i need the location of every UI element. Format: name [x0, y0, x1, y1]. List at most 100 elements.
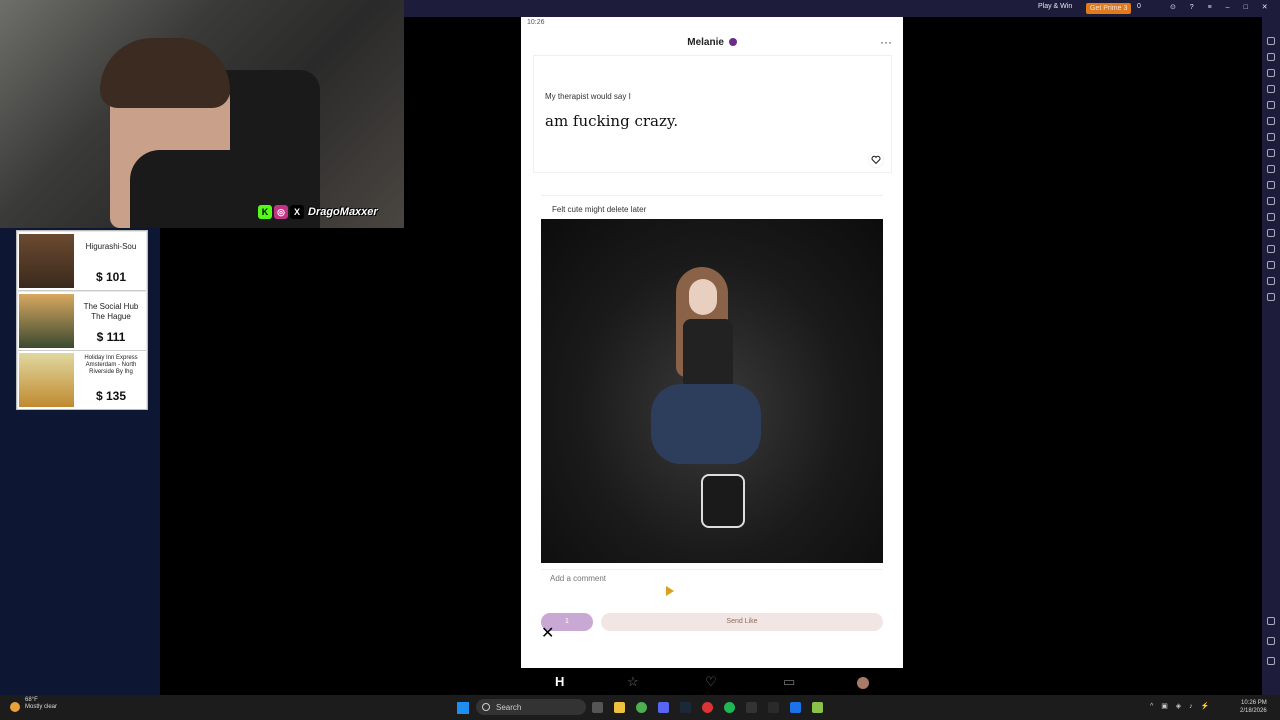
hotel-price: $ 101 — [95, 270, 127, 284]
taskbar-search[interactable]: Search — [476, 699, 586, 715]
app-icon[interactable] — [702, 702, 713, 713]
toolbar-icon[interactable] — [1267, 213, 1275, 221]
windows-start-icon[interactable] — [457, 702, 469, 714]
window-controls[interactable]: ⊙ ? ≡ – □ ✕ — [1170, 3, 1274, 11]
status-time: 10:26 — [527, 19, 545, 26]
prompt-answer: am fucking crazy. — [545, 112, 679, 130]
hotel-thumbnail — [19, 294, 74, 348]
toolbar-icon[interactable] — [1267, 165, 1275, 173]
photo-subject-body — [683, 319, 733, 389]
stream-handle: DragoMaxxer — [308, 206, 378, 218]
heart-icon[interactable]: ♡ — [705, 674, 717, 690]
play-win-button[interactable]: Play & Win — [1038, 3, 1072, 10]
profile-photo[interactable] — [541, 219, 883, 563]
prompt-card: My therapist would say I am fucking craz… — [533, 55, 892, 173]
close-icon[interactable]: ✕ — [541, 626, 555, 642]
ad-panel: Higurashi-Sou $ 101 The Social Hub The H… — [0, 228, 160, 695]
get-primes-button[interactable]: Get Prime 3 — [1086, 3, 1132, 14]
weather-temp: 68°F — [25, 697, 38, 703]
phone-screen: 10:26 Melanie ··· My therapist would say… — [521, 17, 903, 695]
hotel-price: $ 111 — [96, 330, 126, 344]
toolbar-icon[interactable] — [1267, 277, 1275, 285]
photo-caption: Felt cute might delete later — [552, 205, 647, 214]
toolbar-icon[interactable] — [1267, 617, 1275, 625]
search-icon — [482, 703, 490, 711]
cursor-icon — [666, 586, 674, 596]
hotel-ad-item[interactable]: Holiday Inn Express Amsterdam - North Ri… — [18, 351, 146, 409]
toolbar-icon[interactable] — [1267, 149, 1275, 157]
kick-icon: K — [258, 205, 272, 219]
clock-date: 2/18/2026 — [1240, 708, 1267, 714]
comment-box — [541, 569, 883, 600]
weather-icon[interactable] — [10, 702, 20, 712]
photo-subject-face — [689, 279, 717, 315]
send-like-button[interactable]: Send Like — [601, 613, 883, 631]
toolbar-icon[interactable] — [1267, 229, 1275, 237]
webcam-feed: K ◎ X DragoMaxxer — [0, 0, 404, 228]
prompt-question: My therapist would say I — [545, 92, 631, 101]
app-icon[interactable] — [746, 702, 757, 713]
emulator-top-bar: Play & Win Get Prime 3 0 ⊙ ? ≡ – □ ✕ — [404, 0, 1280, 17]
clock[interactable]: 10:26 PM 2/18/2026 — [1240, 699, 1267, 715]
verified-icon — [728, 38, 737, 47]
comment-input[interactable] — [548, 573, 872, 584]
weather-widget[interactable]: 68°F Mostly clear — [25, 697, 85, 711]
bluestacks-icon[interactable] — [812, 702, 823, 713]
star-icon[interactable]: ☆ — [627, 674, 639, 690]
hotel-thumbnail — [19, 353, 74, 407]
social-handle-overlay: K ◎ X DragoMaxxer — [258, 205, 378, 219]
toolbar-icon[interactable] — [1267, 245, 1275, 253]
clock-time: 10:26 PM — [1241, 700, 1267, 706]
photo-bag — [701, 474, 745, 528]
toolbar-icon[interactable] — [1267, 101, 1275, 109]
streamer-hair — [100, 38, 230, 108]
steam-icon[interactable] — [680, 702, 691, 713]
spotify-icon[interactable] — [724, 702, 735, 713]
emulator-side-toolbar — [1262, 17, 1280, 695]
hotel-name: Holiday Inn Express Amsterdam - North Ri… — [84, 355, 138, 375]
discord-icon[interactable] — [658, 702, 669, 713]
hotel-ad-item[interactable]: Higurashi-Sou $ 101 — [18, 232, 146, 291]
toolbar-icon[interactable] — [1267, 657, 1275, 665]
hotel-ad[interactable]: Higurashi-Sou $ 101 The Social Hub The H… — [16, 230, 148, 410]
file-explorer-icon[interactable] — [614, 702, 625, 713]
windows-taskbar: 68°F Mostly clear Search ^ ▣ ◈ ♪ ⚡ 10:26… — [0, 695, 1280, 720]
toolbar-icon[interactable] — [1267, 85, 1275, 93]
hotel-name: The Social Hub The Hague — [83, 302, 139, 321]
hotel-ad-item[interactable]: The Social Hub The Hague $ 111 — [18, 292, 146, 351]
chrome-icon[interactable] — [636, 702, 647, 713]
toolbar-icon[interactable] — [1267, 293, 1275, 301]
toolbar-icon[interactable] — [1267, 117, 1275, 125]
system-tray[interactable]: ^ ▣ ◈ ♪ ⚡ — [1150, 702, 1212, 710]
like-heart-icon[interactable] — [868, 152, 884, 168]
hotel-price: $ 135 — [95, 389, 127, 403]
hotel-name: Higurashi-Sou — [85, 242, 137, 251]
profile-name: Melanie — [687, 37, 724, 48]
toolbar-icon[interactable] — [1267, 53, 1275, 61]
weather-desc: Mostly clear — [25, 704, 58, 710]
bottom-nav: H ☆ ♡ ▭ — [521, 665, 903, 695]
photo-card-header: Felt cute might delete later — [541, 195, 883, 222]
task-view-icon[interactable] — [592, 702, 603, 713]
profile-avatar-icon[interactable] — [857, 677, 869, 689]
like-count: 1 — [565, 618, 569, 625]
search-label: Search — [496, 703, 522, 712]
chat-icon[interactable]: ▭ — [783, 674, 795, 690]
profile-header: Melanie — [521, 37, 903, 48]
toolbar-icon[interactable] — [1267, 197, 1275, 205]
toolbar-icon[interactable] — [1267, 37, 1275, 45]
toolbar-icon[interactable] — [1267, 133, 1275, 141]
toolbar-icon[interactable] — [1267, 181, 1275, 189]
coin-count: 0 — [1137, 3, 1141, 10]
toolbar-icon[interactable] — [1267, 637, 1275, 645]
x-icon: X — [290, 205, 304, 219]
app-icon[interactable] — [790, 702, 801, 713]
instagram-icon: ◎ — [274, 205, 288, 219]
more-options-icon[interactable]: ··· — [880, 35, 892, 49]
streamer-shirt — [130, 150, 260, 228]
toolbar-icon[interactable] — [1267, 69, 1275, 77]
home-icon[interactable]: H — [555, 674, 564, 689]
photo-subject-legs — [651, 384, 761, 464]
toolbar-icon[interactable] — [1267, 261, 1275, 269]
app-icon[interactable] — [768, 702, 779, 713]
